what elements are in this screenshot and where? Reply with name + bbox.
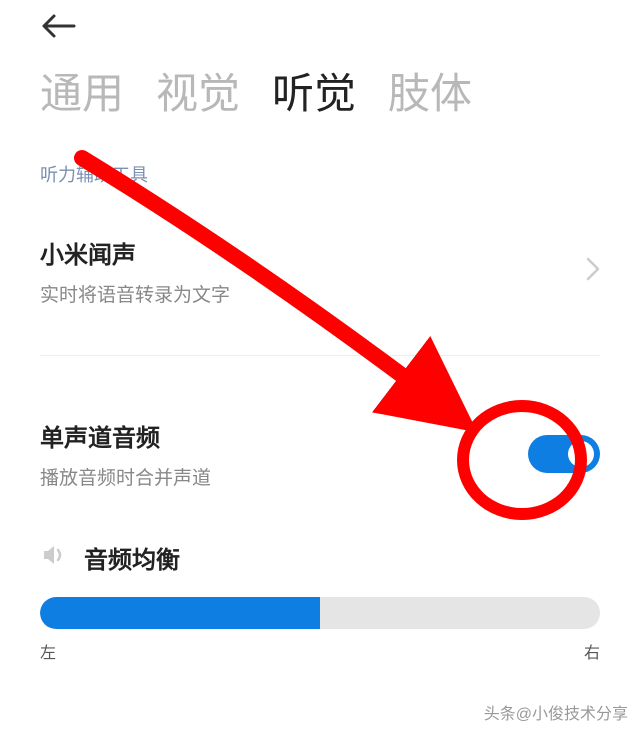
item-mono-audio: 单声道音频 播放音频时合并声道 <box>40 406 600 518</box>
section-header-hearing-tools: 听力辅助工具 <box>40 161 600 187</box>
xiaomi-sound-title: 小米闻声 <box>40 235 230 270</box>
balance-right-label: 右 <box>584 639 600 663</box>
speaker-icon <box>40 541 68 574</box>
toggle-knob <box>568 441 594 467</box>
tab-visual[interactable]: 视觉 <box>156 60 240 121</box>
audio-balance-slider[interactable] <box>40 597 600 629</box>
mono-audio-title: 单声道音频 <box>40 418 211 453</box>
watermark: 头条@小俊技术分享 <box>484 700 628 724</box>
divider <box>40 355 600 356</box>
mono-audio-toggle[interactable] <box>528 435 600 473</box>
tab-physical[interactable]: 肢体 <box>388 60 472 121</box>
item-xiaomi-sound[interactable]: 小米闻声 实时将语音转录为文字 <box>40 223 600 335</box>
balance-left-label: 左 <box>40 639 56 663</box>
tab-bar: 通用 视觉 听觉 肢体 <box>0 0 640 161</box>
chevron-right-icon <box>586 257 600 286</box>
xiaomi-sound-subtitle: 实时将语音转录为文字 <box>40 280 230 307</box>
mono-audio-subtitle: 播放音频时合并声道 <box>40 463 211 490</box>
back-button[interactable] <box>40 12 76 45</box>
tab-hearing[interactable]: 听觉 <box>272 60 356 121</box>
audio-balance-title: 音频均衡 <box>84 540 180 575</box>
slider-fill <box>40 597 320 629</box>
tab-general[interactable]: 通用 <box>40 60 124 121</box>
